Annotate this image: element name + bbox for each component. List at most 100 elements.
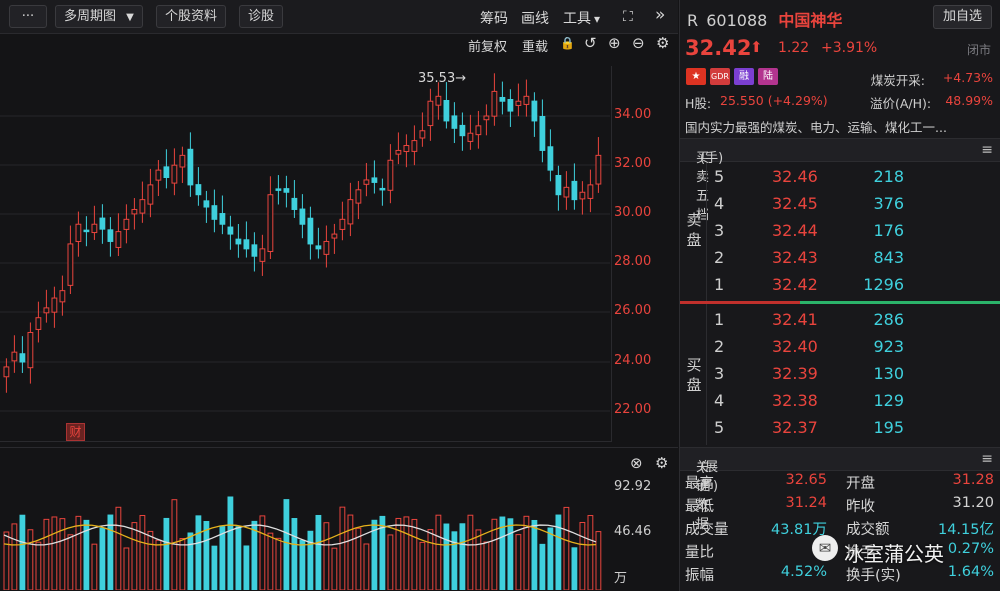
keydata-header[interactable]: 关键数据 (展开) ≡ (680, 447, 1000, 532)
candle-body (363, 179, 370, 185)
buy-level-row[interactable]: 1 32.41 286 (680, 310, 1000, 337)
volume-bar (267, 532, 274, 590)
candle-body (419, 130, 426, 139)
menu-icon[interactable]: ≡ (981, 451, 993, 467)
candle-body (563, 186, 570, 198)
market-prefix: R (687, 11, 699, 30)
volume-bar (467, 514, 474, 590)
volume-bar (507, 518, 514, 590)
diagnose-button[interactable]: 诊股 (239, 5, 284, 28)
keydata-label: 成交额 (846, 522, 890, 538)
menu-icon[interactable]: ≡ (981, 142, 993, 158)
candle-body (235, 238, 242, 245)
chart-toolbar: ··· 多周期图 ▼ 个股资料 诊股 筹码 画线 工具 ▾ ⛶ » (0, 0, 678, 34)
tools-dropdown[interactable]: 工具 ▾ (563, 8, 600, 28)
keydata-value: 31.20 (952, 495, 994, 511)
level-number: 5 (714, 167, 725, 186)
volume-bar (75, 515, 82, 590)
overlay-button[interactable]: 重载 (522, 36, 548, 55)
volume-chart[interactable] (0, 480, 612, 590)
sell-level-row[interactable]: 3 32.44 176 (680, 221, 1000, 248)
level-volume: 218 (873, 167, 904, 186)
settings-icon[interactable]: ⚙ (655, 454, 668, 472)
candle-body (219, 213, 226, 225)
candle-body (467, 132, 474, 142)
undo-icon[interactable]: ↺ (584, 34, 597, 52)
volume-bar (403, 516, 410, 590)
settings-icon[interactable]: ⚙ (656, 34, 669, 52)
forward-adjust-button[interactable]: 前复权 (468, 36, 507, 55)
volume-bar (51, 516, 58, 590)
level-volume: 176 (873, 221, 904, 240)
sector-label[interactable]: 煤炭开采: (871, 70, 925, 89)
chips-button[interactable]: 筹码 (480, 8, 508, 28)
candle-body (379, 187, 386, 191)
connect-badge[interactable]: 陆 (758, 68, 778, 85)
h-share-label: H股: (685, 96, 712, 111)
buy-level-row[interactable]: 4 32.38 129 (680, 391, 1000, 418)
add-watchlist-button[interactable]: 加自选 (932, 5, 992, 29)
candle-body (163, 166, 170, 179)
level-price: 32.40 (772, 337, 818, 356)
volume-bar (43, 518, 50, 590)
lock-icon[interactable]: 🔒 (560, 36, 575, 50)
fullscreen-icon[interactable]: ⛶ (623, 8, 633, 26)
kline-chart[interactable] (0, 66, 612, 446)
watermark-text: 冰室蒲公英 (844, 542, 944, 566)
volume-bar (123, 547, 130, 590)
sell-level-row[interactable]: 5 32.46 218 (680, 167, 1000, 194)
keydata-value: 0.27% (947, 541, 994, 557)
sector-change: +4.73% (942, 70, 993, 85)
sell-level-row[interactable]: 4 32.45 376 (680, 194, 1000, 221)
volume-tick: 92.92 (614, 479, 652, 494)
keydata-label: 振幅 (685, 568, 714, 584)
level-number: 1 (714, 310, 725, 329)
volume-bar (419, 541, 426, 590)
collapse-icon[interactable]: » (655, 6, 665, 24)
candle-body (51, 297, 58, 313)
sell-level-row[interactable]: 1 32.42 1296 (680, 275, 1000, 302)
premium-value: 48.99% (945, 93, 993, 108)
y-tick: 24.00 (614, 353, 652, 368)
candle-body (403, 145, 410, 153)
keydata-label: 昨收 (846, 499, 875, 515)
keydata-value: 14.15亿 (937, 522, 994, 538)
zoom-out-icon[interactable]: ⊖ (632, 34, 645, 52)
company-description[interactable]: 国内实力最强的煤炭、电力、运输、煤化工一... (685, 117, 993, 136)
buy-level-row[interactable]: 3 32.39 130 (680, 364, 1000, 391)
margin-badge[interactable]: 融 (734, 68, 754, 85)
h-share-value: 25.550 (+4.29%) (720, 93, 828, 108)
gdr-badge[interactable]: GDR (710, 68, 730, 85)
candle-body (515, 100, 522, 106)
buy-level-row[interactable]: 2 32.40 923 (680, 337, 1000, 364)
candle-body (307, 217, 314, 245)
level-volume: 1296 (863, 275, 904, 294)
level-price: 32.46 (772, 167, 818, 186)
stock-profile-button[interactable]: 个股资料 (156, 5, 227, 28)
volume-bar (571, 547, 578, 590)
more-button[interactable]: ··· (9, 5, 47, 28)
draw-line-button[interactable]: 画线 (521, 8, 549, 28)
candle-body (75, 223, 82, 242)
keydata-row: 量比 换手 0.27% (680, 541, 1000, 564)
volume-bar (323, 522, 330, 590)
volume-bar (67, 534, 74, 590)
period-dropdown[interactable]: 多周期图 ▼ (55, 5, 143, 28)
volume-bar (563, 506, 570, 590)
level-number: 4 (714, 194, 725, 213)
buy-level-row[interactable]: 5 32.37 195 (680, 418, 1000, 445)
candle-body (211, 205, 218, 220)
period-label: 多周期图 (64, 9, 117, 24)
candle-body (59, 290, 66, 303)
candle-body (3, 366, 10, 378)
candle-body (115, 231, 122, 248)
volume-bar (235, 526, 242, 590)
financial-report-marker[interactable]: 财 (66, 423, 85, 441)
zoom-in-icon[interactable]: ⊕ (608, 34, 621, 52)
volume-bar (387, 534, 394, 590)
y-tick: 30.00 (614, 205, 652, 220)
candle-body (451, 115, 458, 129)
sell-level-row[interactable]: 2 32.43 843 (680, 248, 1000, 275)
level-price: 32.39 (772, 364, 818, 383)
close-icon[interactable]: ⊗ (630, 454, 643, 472)
